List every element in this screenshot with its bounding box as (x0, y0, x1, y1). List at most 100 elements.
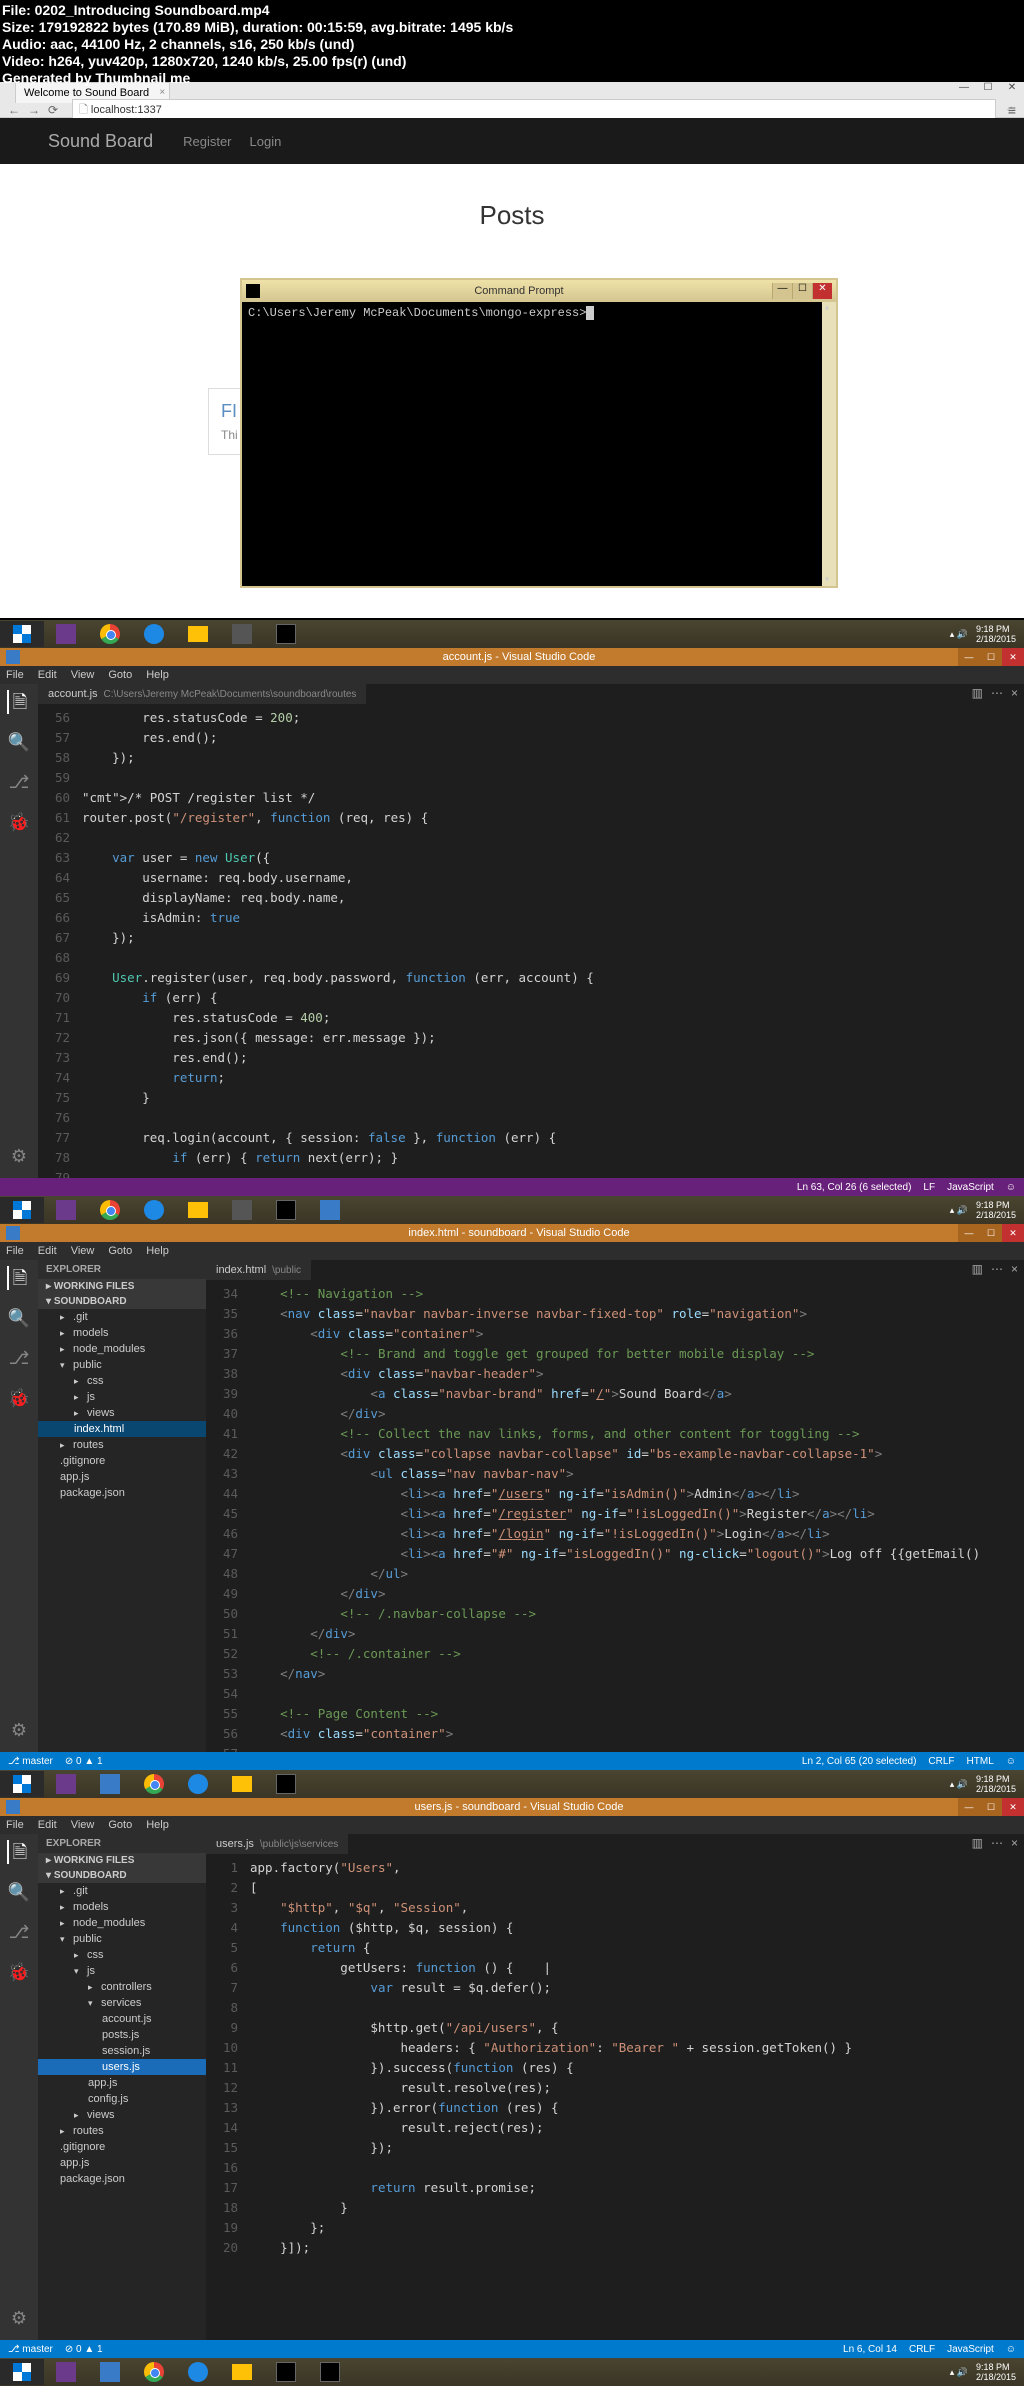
taskbar-ie-icon[interactable] (132, 621, 176, 647)
taskbar-chrome-icon[interactable] (132, 1771, 176, 1797)
vscode-close[interactable]: ✕ (1002, 648, 1024, 666)
tree-item[interactable]: config.js (38, 2091, 206, 2107)
tree-item[interactable]: ▸ node_modules (38, 1915, 206, 1931)
start-button[interactable] (0, 1771, 44, 1797)
cmd-body[interactable]: C:\Users\Jeremy McPeak\Documents\mongo-e… (242, 302, 836, 586)
git-icon[interactable]: ⎇ (7, 1346, 31, 1370)
tree-item[interactable]: ▸ views (38, 1405, 206, 1421)
taskbar-vs-icon[interactable] (44, 1771, 88, 1797)
close-icon[interactable]: × (1011, 1836, 1018, 1850)
navbar-brand[interactable]: Sound Board (48, 131, 153, 152)
menu-edit[interactable]: Edit (38, 1819, 57, 1831)
more-icon[interactable]: ⋯ (991, 1262, 1003, 1276)
tree-item[interactable]: .gitignore (38, 1453, 206, 1469)
start-button[interactable] (0, 2359, 44, 2385)
debug-icon[interactable]: 🐞 (7, 1386, 31, 1410)
menu-goto[interactable]: Goto (108, 1819, 132, 1831)
system-tray[interactable]: ▴ 🔊 9:18 PM2/18/2015 (950, 1200, 1024, 1220)
tree-item[interactable]: ▾ public (38, 1357, 206, 1373)
vscode-maximize[interactable]: ☐ (980, 1224, 1002, 1242)
nav-register[interactable]: Register (183, 134, 231, 149)
files-icon[interactable]: 🗎 (7, 690, 31, 714)
more-icon[interactable]: ⋯ (991, 686, 1003, 700)
cmd-maximize[interactable]: ☐ (792, 283, 812, 299)
cursor-position[interactable]: Ln 6, Col 14 (843, 2344, 897, 2355)
start-button[interactable] (0, 1197, 44, 1223)
browser-close[interactable]: ✕ (1000, 82, 1024, 98)
menu-edit[interactable]: Edit (38, 1245, 57, 1257)
taskbar-cmd-icon[interactable] (264, 621, 308, 647)
tree-item[interactable]: ▸ .git (38, 1309, 206, 1325)
search-icon[interactable]: 🔍 (7, 730, 31, 754)
tree-item[interactable]: package.json (38, 1485, 206, 1501)
browser-maximize[interactable]: ☐ (976, 82, 1000, 98)
forward-icon[interactable]: → (28, 103, 42, 117)
taskbar-chrome-icon[interactable] (132, 2359, 176, 2385)
split-icon[interactable]: ▥ (972, 686, 983, 700)
tree-item[interactable]: ▸ routes (38, 2123, 206, 2139)
feedback-icon[interactable]: ☺ (1006, 1756, 1016, 1767)
taskbar-explorer-icon[interactable] (220, 1771, 264, 1797)
nav-login[interactable]: Login (250, 134, 282, 149)
system-tray[interactable]: ▴ 🔊 9:18 PM2/18/2015 (950, 624, 1024, 644)
language[interactable]: JavaScript (947, 1182, 994, 1193)
menu-view[interactable]: View (71, 669, 95, 681)
vscode-close[interactable]: ✕ (1002, 1224, 1024, 1242)
back-icon[interactable]: ← (8, 103, 22, 117)
menu-view[interactable]: View (71, 1819, 95, 1831)
settings-icon[interactable]: ⚙ (7, 2306, 31, 2330)
tree-item[interactable]: ▸ css (38, 1947, 206, 1963)
menu-help[interactable]: Help (146, 1819, 169, 1831)
cmd-titlebar[interactable]: Command Prompt — ☐ ✕ (242, 280, 836, 302)
taskbar-cmd-icon[interactable] (264, 1771, 308, 1797)
taskbar-vs-icon[interactable] (44, 2359, 88, 2385)
start-button[interactable] (0, 621, 44, 647)
tree-item[interactable]: ▾ js (38, 1963, 206, 1979)
git-icon[interactable]: ⎇ (7, 770, 31, 794)
scrollbar[interactable] (822, 302, 836, 586)
vscode-minimize[interactable]: — (958, 648, 980, 666)
debug-icon[interactable]: 🐞 (7, 1960, 31, 1984)
eol[interactable]: LF (923, 1182, 935, 1193)
feedback-icon[interactable]: ☺ (1006, 1182, 1016, 1193)
working-files[interactable]: ▸ WORKING FILES (38, 1279, 206, 1294)
taskbar-ie-icon[interactable] (176, 1771, 220, 1797)
taskbar-vscode-icon[interactable] (88, 2359, 132, 2385)
tree-item[interactable]: app.js (38, 1469, 206, 1485)
search-icon[interactable]: 🔍 (7, 1306, 31, 1330)
tree-item[interactable]: ▸ .git (38, 1883, 206, 1899)
debug-icon[interactable]: 🐞 (7, 810, 31, 834)
tree-item[interactable]: ▸ controllers (38, 1979, 206, 1995)
split-icon[interactable]: ▥ (972, 1836, 983, 1850)
tree-item[interactable]: ▾ services (38, 1995, 206, 2011)
taskbar-explorer-icon[interactable] (220, 2359, 264, 2385)
vscode-maximize[interactable]: ☐ (980, 1798, 1002, 1816)
git-branch[interactable]: ⎇ master (8, 1756, 53, 1767)
menu-file[interactable]: File (6, 669, 24, 681)
eol[interactable]: CRLF (928, 1756, 954, 1767)
tree-item[interactable]: users.js (38, 2059, 206, 2075)
taskbar-chrome-icon[interactable] (88, 621, 132, 647)
menu-edit[interactable]: Edit (38, 669, 57, 681)
taskbar-ie-icon[interactable] (132, 1197, 176, 1223)
taskbar-vs-icon[interactable] (44, 1197, 88, 1223)
taskbar-vscode-icon[interactable] (308, 1197, 352, 1223)
vscode-minimize[interactable]: — (958, 1798, 980, 1816)
taskbar-app-icon[interactable] (220, 621, 264, 647)
project-root[interactable]: ▾ SOUNDBOARD (38, 1868, 206, 1883)
git-branch[interactable]: ⎇ master (8, 2344, 53, 2355)
tree-item[interactable]: ▸ models (38, 1325, 206, 1341)
menu-icon[interactable]: ≡ (1008, 102, 1016, 118)
taskbar-cmd-icon[interactable] (264, 2359, 308, 2385)
taskbar-chrome-icon[interactable] (88, 1197, 132, 1223)
taskbar-explorer-icon[interactable] (176, 1197, 220, 1223)
tree-item[interactable]: account.js (38, 2011, 206, 2027)
taskbar-cmd-icon[interactable] (264, 1197, 308, 1223)
tree-item[interactable]: posts.js (38, 2027, 206, 2043)
tree-item[interactable]: package.json (38, 2171, 206, 2187)
taskbar-ie-icon[interactable] (176, 2359, 220, 2385)
vscode-titlebar[interactable]: users.js - soundboard - Visual Studio Co… (0, 1798, 1024, 1816)
tree-item[interactable]: session.js (38, 2043, 206, 2059)
more-icon[interactable]: ⋯ (991, 1836, 1003, 1850)
settings-icon[interactable]: ⚙ (7, 1718, 31, 1742)
